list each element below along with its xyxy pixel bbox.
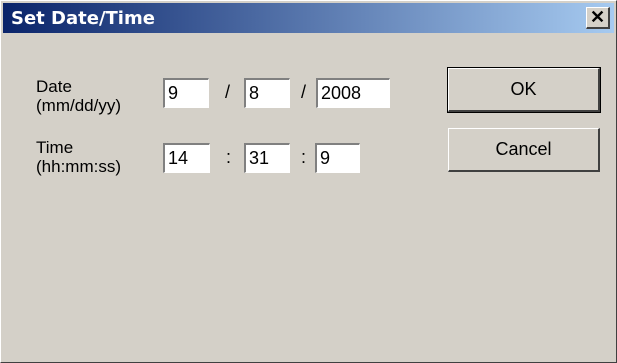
hour-field[interactable] — [163, 143, 210, 173]
date-label-format: (mm/dd/yy) — [36, 96, 121, 115]
time-label: Time (hh:mm:ss) — [36, 138, 121, 176]
month-field[interactable] — [163, 78, 209, 108]
time-separator-1: : — [226, 147, 232, 167]
minute-field[interactable] — [244, 143, 290, 173]
year-field[interactable] — [316, 78, 390, 108]
date-label: Date (mm/dd/yy) — [36, 77, 121, 115]
set-date-time-dialog: Set Date/Time ✕ Date (mm/dd/yy) / / Time… — [0, 0, 617, 363]
second-field[interactable] — [315, 143, 360, 173]
time-label-title: Time — [36, 138, 74, 157]
close-button[interactable]: ✕ — [586, 7, 610, 29]
time-label-format: (hh:mm:ss) — [36, 157, 121, 176]
date-separator-2: / — [301, 82, 307, 102]
cancel-button[interactable]: Cancel — [448, 128, 600, 172]
time-separator-2: : — [301, 147, 307, 167]
window-title: Set Date/Time — [11, 8, 155, 29]
day-field[interactable] — [244, 78, 290, 108]
close-icon: ✕ — [589, 7, 606, 27]
date-label-title: Date — [36, 77, 72, 96]
title-bar[interactable]: Set Date/Time ✕ — [3, 3, 614, 33]
ok-button[interactable]: OK — [447, 67, 601, 113]
date-separator-1: / — [225, 82, 231, 102]
